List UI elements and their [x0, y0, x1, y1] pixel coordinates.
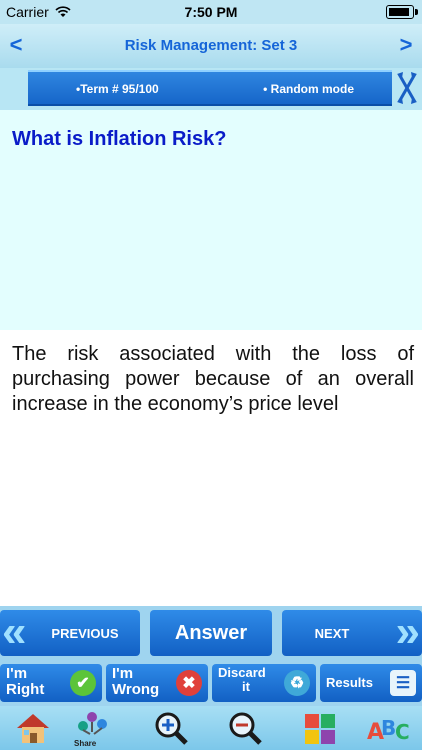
- recycle-icon: ♻: [284, 670, 310, 696]
- previous-label: PREVIOUS: [51, 625, 119, 641]
- bottom-toolbar: Share A B C: [0, 706, 422, 750]
- im-right-line1: I'm: [6, 665, 28, 682]
- battery-fill: [389, 8, 409, 16]
- svg-text:B: B: [381, 716, 396, 740]
- battery-icon: [386, 5, 418, 19]
- term-counter: •Term # 95/100: [76, 82, 159, 96]
- double-chevron-right-icon: »: [395, 607, 420, 656]
- answer-button[interactable]: Answer: [150, 610, 272, 656]
- puzzle-icon: [305, 714, 335, 744]
- discard-button[interactable]: Discard it ♻: [212, 664, 316, 702]
- zoom-out-button[interactable]: [220, 708, 270, 748]
- abc-icon: A B C: [367, 716, 410, 745]
- home-button[interactable]: [8, 708, 58, 748]
- im-right-line2: Right: [6, 681, 45, 698]
- answer-label: Answer: [174, 621, 248, 644]
- svg-text:C: C: [395, 720, 410, 744]
- info-bar: •Term # 95/100 • Random mode: [0, 68, 422, 110]
- navigation-controls: « PREVIOUS Answer NEXT »: [0, 606, 422, 662]
- abc-button[interactable]: A B C: [364, 708, 414, 748]
- puzzle-button[interactable]: [296, 708, 346, 748]
- page-title: Risk Management: Set 3: [124, 37, 298, 54]
- shuffle-icon[interactable]: [396, 70, 418, 106]
- im-wrong-line1: I'm: [112, 665, 134, 682]
- im-wrong-line2: Wrong: [112, 681, 160, 698]
- checkmark-icon: ✔: [70, 670, 96, 696]
- zoom-in-button[interactable]: [146, 708, 196, 748]
- discard-line1: Discard: [218, 665, 266, 680]
- question-panel: What is Inflation Risk?: [0, 110, 422, 330]
- results-label: Results: [326, 675, 373, 690]
- answer-panel: The risk associated with the loss of pur…: [0, 330, 422, 606]
- clock: 7:50 PM: [184, 4, 238, 20]
- double-chevron-left-icon: «: [2, 607, 27, 656]
- home-icon: [17, 714, 49, 743]
- nav-bar: < Risk Management: Set 3 >: [0, 24, 422, 68]
- discard-line2: it: [242, 679, 250, 694]
- info-banner: •Term # 95/100 • Random mode: [28, 70, 392, 106]
- im-right-button[interactable]: I'm Right ✔: [0, 664, 102, 702]
- zoom-out-icon: [229, 712, 262, 745]
- im-wrong-label: I'm Wrong: [112, 666, 159, 698]
- next-label: NEXT: [314, 625, 350, 641]
- answer-text: The risk associated with the loss of pur…: [12, 343, 414, 415]
- share-label: Share: [74, 739, 97, 748]
- mode-label: • Random mode: [263, 82, 354, 96]
- zoom-in-icon: [155, 712, 188, 745]
- next-button[interactable]: NEXT »: [282, 610, 422, 656]
- forward-button[interactable]: >: [394, 32, 418, 58]
- question-text: What is Inflation Risk?: [12, 128, 227, 150]
- previous-button[interactable]: « PREVIOUS: [0, 610, 140, 656]
- results-button[interactable]: Results ☰: [320, 664, 422, 702]
- report-icon: ☰: [390, 670, 416, 696]
- discard-label: Discard it: [218, 666, 266, 694]
- status-bar: Carrier 7:50 PM: [0, 0, 422, 24]
- share-button[interactable]: Share: [68, 708, 118, 748]
- grading-bar: I'm Right ✔ I'm Wrong ✖ Discard it ♻ Res…: [0, 662, 422, 706]
- im-right-label: I'm Right: [6, 666, 44, 698]
- im-wrong-button[interactable]: I'm Wrong ✖: [106, 664, 208, 702]
- cross-icon: ✖: [176, 670, 202, 696]
